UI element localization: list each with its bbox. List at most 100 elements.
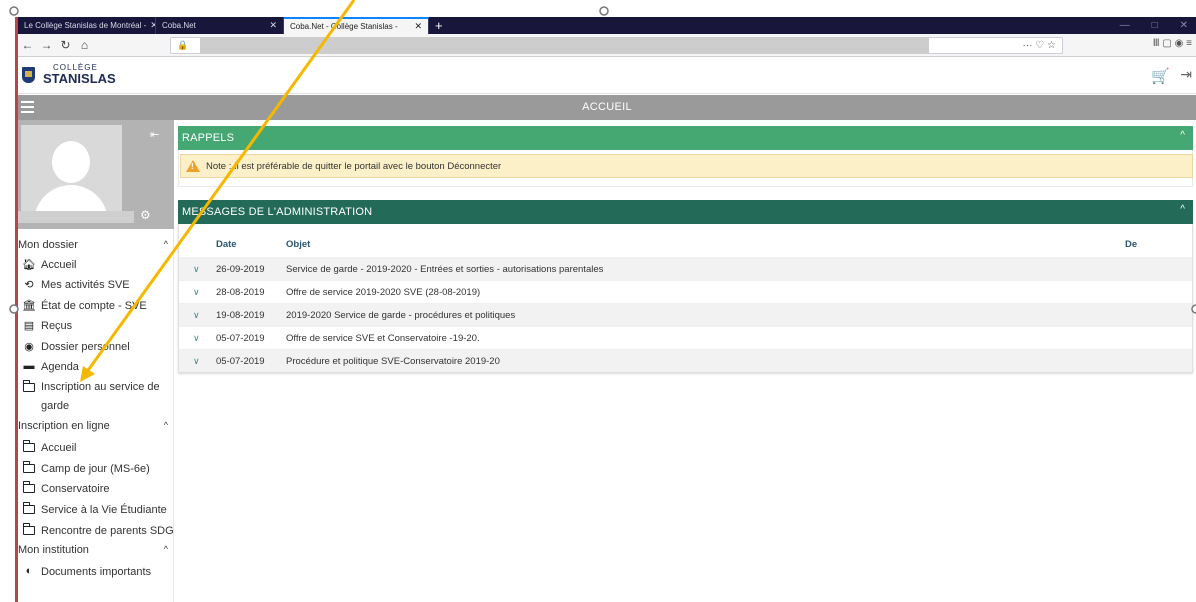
table-row[interactable]: ∨ 28-08-2019 Offre de service 2019-2020 …	[179, 280, 1192, 303]
forward-icon[interactable]: →	[37, 38, 56, 52]
folder-icon	[22, 502, 36, 517]
new-tab-button[interactable]: +	[429, 17, 449, 34]
sidebar-item-camp-de-jour[interactable]: Camp de jour (MS-6e)	[18, 459, 174, 479]
column-header-objet[interactable]: Objet	[286, 239, 310, 250]
messages-panel: MESSAGES DE L'ADMINISTRATION ^ Date Obje…	[178, 200, 1193, 373]
sidebar-item-label: Service à la Vie Étudiante	[41, 504, 167, 516]
table-row[interactable]: ∨ 26-09-2019 Service de garde - 2019-202…	[179, 257, 1192, 280]
chevron-down-icon[interactable]: ∨	[193, 310, 200, 321]
sidebar-item-accueil[interactable]: 🏠︎ Accueil	[18, 255, 174, 275]
profile-card: ⇤ ⚙	[18, 120, 174, 229]
browser-tab-1[interactable]: Le Collège Stanislas de Montréal - ✕	[18, 17, 156, 34]
column-header-de[interactable]: De	[1125, 239, 1137, 250]
sidebar-item-vie-etudiante[interactable]: Service à la Vie Étudiante	[18, 500, 174, 520]
url-tools[interactable]: ··· ♡ ☆	[1023, 40, 1056, 51]
table-header: Date Objet De	[179, 224, 1192, 257]
folder-icon	[22, 380, 36, 395]
folder-icon	[22, 523, 36, 538]
tab-title: Coba.Net	[162, 21, 196, 30]
column-header-date[interactable]: Date	[216, 239, 237, 250]
chevron-up-icon[interactable]: ^	[164, 239, 168, 249]
browser-tab-bar: Le Collège Stanislas de Montréal - ✕ Cob…	[18, 17, 1196, 34]
user-name	[18, 211, 134, 223]
home-icon: 🏠︎	[22, 259, 36, 271]
table-row[interactable]: ∨ 05-07-2019 Procédure et politique SVE-…	[179, 349, 1192, 372]
sidebar-item-etat-compte[interactable]: 🏛︎ État de compte - SVE	[18, 296, 174, 316]
gear-icon[interactable]: ⚙	[140, 208, 151, 222]
close-window-icon[interactable]: ✕	[1180, 20, 1188, 31]
sidebar-item-label: Camp de jour (MS-6e)	[41, 463, 150, 475]
maximize-icon[interactable]: □	[1152, 20, 1158, 31]
chevron-down-icon[interactable]: ∨	[193, 333, 200, 344]
browser-tab-active[interactable]: Coba.Net - Collège Stanislas - ✕	[284, 17, 429, 34]
app-header: COLLÈGE STANISLAS 🛒 ⇥	[18, 58, 1196, 94]
sidebar-item-dossier-personnel[interactable]: ◉ Dossier personnel	[18, 337, 174, 357]
user-circle-icon: ◉	[24, 341, 34, 353]
sidebar-item-label: Documents importants	[41, 566, 152, 578]
avatar	[21, 125, 122, 221]
sidebar-item-agenda[interactable]: ▬ Agenda	[18, 357, 174, 377]
rappels-header[interactable]: RAPPELS ^	[178, 126, 1193, 150]
sidebar-item-label: Rencontre de parents SDG	[41, 525, 174, 537]
crest-icon	[22, 66, 35, 83]
table-row[interactable]: ∨ 05-07-2019 Offre de service SVE et Con…	[179, 326, 1192, 349]
section-mon-institution[interactable]: Mon institution ^	[18, 542, 174, 560]
row-objet: Offre de service 2019-2020 SVE (28-08-20…	[286, 287, 481, 298]
messages-table: Date Objet De ∨ 26-09-2019 Service de ga…	[178, 224, 1193, 373]
agenda-icon: ▬	[23, 360, 35, 372]
handle-top	[599, 6, 609, 16]
address-bar[interactable]: 🔒 ··· ♡ ☆	[170, 37, 1063, 54]
folder-icon	[22, 461, 36, 476]
close-tab-icon[interactable]: ✕	[265, 20, 277, 31]
chevron-down-icon[interactable]: ∨	[193, 287, 200, 298]
tab-title: Coba.Net - Collège Stanislas -	[290, 22, 398, 31]
sidebar-item-documents-importants[interactable]: ◐ Documents importants	[18, 562, 174, 582]
reload-icon[interactable]: ↻	[56, 38, 75, 52]
table-row[interactable]: ∨ 19-08-2019 2019-2020 Service de garde …	[179, 303, 1192, 326]
sidebar-item-label: Inscription au service de garde	[41, 381, 160, 412]
minimize-icon[interactable]: —	[1120, 20, 1130, 31]
warning-icon	[186, 160, 200, 172]
sidebar-item-activites-sve[interactable]: ⟲ Mes activités SVE	[18, 275, 174, 295]
rappels-panel: RAPPELS ^ Note : Il est préférable de qu…	[178, 126, 1193, 187]
sidebar-item-inscription-service-garde[interactable]: Inscription au service de garde	[18, 378, 174, 414]
sidebar-item-label: État de compte - SVE	[41, 300, 147, 312]
section-mon-dossier[interactable]: Mon dossier ^	[18, 237, 174, 255]
sidebar-item-label: Reçus	[41, 320, 73, 332]
sidebar: ⇤ ⚙ Mon dossier ^ 🏠︎ Accueil ⟲ Mes activ…	[18, 120, 174, 602]
section-inscription-en-ligne[interactable]: Inscription en ligne ^	[18, 418, 174, 436]
row-date: 19-08-2019	[216, 310, 265, 321]
section-label: Mon dossier	[18, 239, 78, 251]
cart-icon[interactable]: 🛒	[1151, 67, 1170, 85]
chevron-up-icon[interactable]: ^	[1180, 204, 1185, 215]
sidebar-item-label: Agenda	[41, 361, 79, 373]
globe-icon: ◐	[25, 565, 33, 577]
chevron-down-icon[interactable]: ∨	[193, 264, 200, 275]
chevron-up-icon[interactable]: ^	[164, 420, 168, 430]
sidebar-item-label: Dossier personnel	[41, 341, 130, 353]
logout-icon[interactable]: ⇥	[1180, 66, 1192, 83]
back-icon[interactable]: ←	[18, 38, 37, 52]
window-controls: — □ ✕	[1120, 17, 1196, 34]
messages-header[interactable]: MESSAGES DE L'ADMINISTRATION ^	[178, 200, 1193, 224]
sidebar-item-rencontre-parents[interactable]: Rencontre de parents SDG	[18, 521, 174, 541]
toolbar-icons[interactable]: Ⅲ ▢ ◉ ≡	[1153, 38, 1192, 49]
school-logo[interactable]: COLLÈGE STANISLAS	[22, 64, 116, 85]
browser-tab-2[interactable]: Coba.Net ✕	[156, 17, 284, 34]
chevron-up-icon[interactable]: ^	[1180, 130, 1185, 141]
section-label: Inscription en ligne	[18, 420, 110, 432]
sidebar-item-inscription-accueil[interactable]: Accueil	[18, 438, 174, 458]
row-objet: Service de garde - 2019-2020 - Entrées e…	[286, 264, 604, 275]
sidebar-item-conservatoire[interactable]: Conservatoire	[18, 479, 174, 499]
close-tab-icon[interactable]: ✕	[410, 21, 422, 32]
home-icon[interactable]: ⌂	[75, 38, 94, 52]
close-tab-icon[interactable]: ✕	[146, 20, 155, 31]
logo-line-2: STANISLAS	[43, 71, 116, 86]
row-objet: Offre de service SVE et Conservatoire -1…	[286, 333, 480, 344]
collapse-sidebar-icon[interactable]: ⇤	[150, 128, 159, 141]
folder-icon	[22, 481, 36, 496]
sidebar-item-recus[interactable]: ▤ Reçus	[18, 316, 174, 336]
chevron-down-icon[interactable]: ∨	[193, 356, 200, 367]
chevron-up-icon[interactable]: ^	[164, 544, 168, 554]
rappels-body: Note : Il est préférable de quitter le p…	[178, 150, 1193, 187]
